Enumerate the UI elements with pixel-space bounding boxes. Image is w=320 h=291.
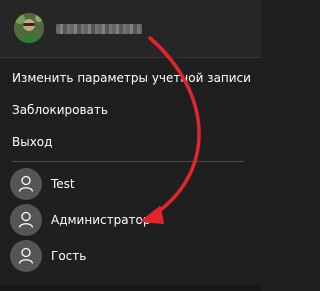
menu-divider xyxy=(12,161,244,162)
account-menu: Изменить параметры учетной записи Заблок… xyxy=(0,0,261,291)
user-silhouette-icon xyxy=(10,240,42,272)
change-account-settings-item[interactable]: Изменить параметры учетной записи xyxy=(12,71,251,85)
account-header[interactable] xyxy=(0,0,261,58)
user-item-administrator[interactable]: Администратор xyxy=(10,204,240,238)
current-user-avatar[interactable] xyxy=(14,13,44,43)
menu-bottom-edge xyxy=(0,285,261,291)
user-item-test[interactable]: Test xyxy=(10,168,240,202)
blurred-username xyxy=(56,24,142,34)
user-photo-icon xyxy=(14,13,44,43)
lock-item[interactable]: Заблокировать xyxy=(12,103,108,117)
user-silhouette-icon xyxy=(10,168,42,200)
user-label: Администратор xyxy=(51,213,151,227)
sign-out-item[interactable]: Выход xyxy=(12,135,52,149)
user-silhouette-icon xyxy=(10,204,42,236)
user-item-guest[interactable]: Гость xyxy=(10,240,240,274)
user-label: Test xyxy=(51,177,75,191)
user-label: Гость xyxy=(51,249,87,263)
